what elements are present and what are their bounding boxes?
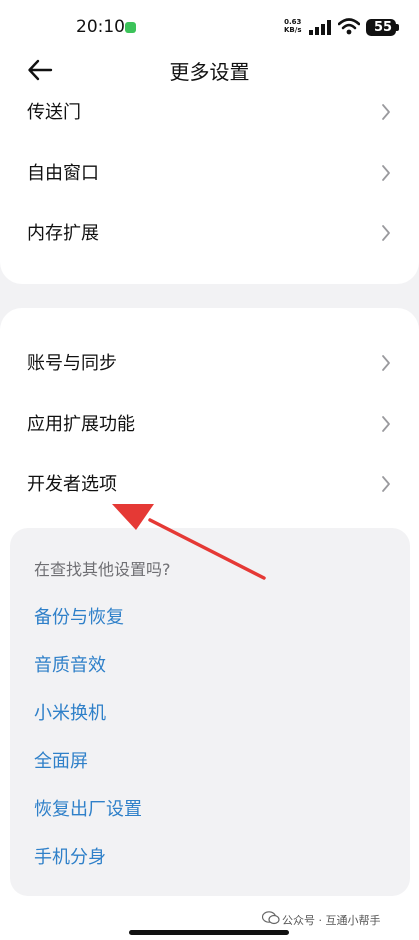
annotation-arrow-icon: [112, 504, 266, 580]
wechat-icon: [262, 911, 280, 925]
home-indicator[interactable]: [129, 930, 289, 935]
watermark: 公众号 · 互通小帮手: [282, 914, 381, 927]
